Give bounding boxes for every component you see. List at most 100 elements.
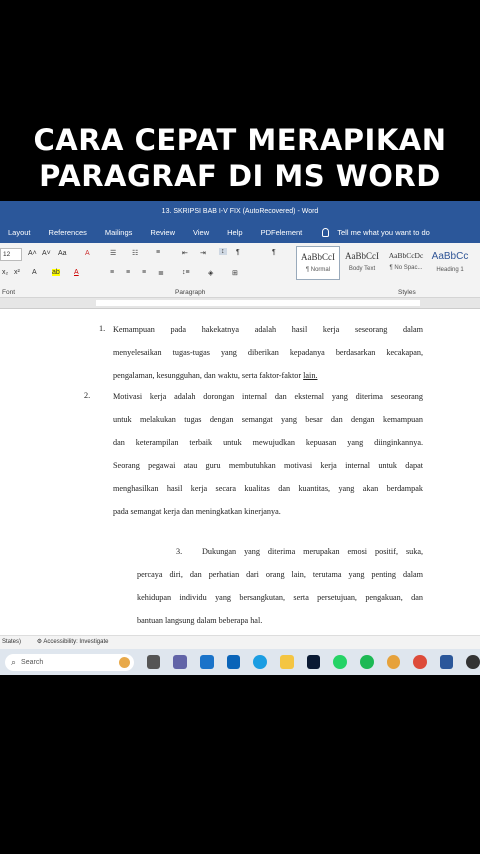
search-placeholder: Search [21,658,44,666]
list-number: 2. [84,391,91,400]
chrome-icon[interactable] [413,655,427,669]
style-body-text[interactable]: AaBbCcI Body Text [340,246,384,280]
style-no-spacing[interactable]: AaBbCcDc ¶ No Spac... [384,246,428,280]
justify-icon[interactable]: ≣ [158,269,164,277]
tab-help[interactable]: Help [227,228,242,237]
list-number: 1. [99,324,106,333]
text-line: untuk melakukan tugas dengan semangat ya… [113,415,423,424]
list-item: Kemampuan pada hakekatnya adalah hasil k… [113,310,423,387]
tab-review[interactable]: Review [150,228,175,237]
style-name: ¶ No Spac... [389,265,423,271]
tab-view[interactable]: View [193,228,209,237]
weather-icon [118,656,130,668]
horizontal-ruler[interactable] [0,298,480,309]
bullets-icon[interactable]: ☰ [110,249,116,257]
caption-line-1: CARA CEPAT MERAPIKAN [33,123,447,157]
video-caption: CARA CEPAT MERAPIKAN PARAGRAF DI MS WORD [0,122,480,194]
mail-icon[interactable] [226,655,241,669]
spelling-flagged-word: lain. [303,371,318,380]
sort-icon[interactable]: ↕ [219,248,227,255]
text-line: pada semangat kerja dan meningkatkan kin… [113,507,281,516]
taskbar-search[interactable]: ⌕ Search [5,653,134,671]
text-line: Dukungan yang diterima merupakan emosi p… [202,547,423,556]
tell-me-text: Tell me what you want to do [337,228,430,237]
highlight-icon[interactable]: ab [52,269,60,276]
tab-references[interactable]: References [49,228,87,237]
app-icon[interactable] [466,655,480,669]
align-right-icon[interactable]: ≡ [142,269,146,276]
lightbulb-icon [322,228,330,237]
ribbon: 12 A˄ A˅ Aa A x₂ x² A ab A ☰ ☷ ≡ ⇤ ⇥ ↕ ¶… [0,243,480,298]
paragraph-mark-icon[interactable]: ¶ [272,249,276,256]
windows-taskbar: ⌕ Search [0,649,480,675]
file-explorer-icon[interactable] [279,655,294,669]
align-left-icon[interactable]: ≡ [110,269,114,276]
edge-icon[interactable] [253,655,267,669]
text-line: Seorang pegawai atau guru membutuhkan mo… [113,461,423,470]
subscript-icon[interactable]: x₂ [2,269,8,276]
font-group-label: Font [2,289,16,296]
tab-layout[interactable]: Layout [8,228,31,237]
show-marks-icon[interactable]: ¶ [236,249,240,256]
ribbon-tabs: Layout References Mailings Review View H… [0,222,480,243]
text-line: percaya diri, dan perhatian dari orang l… [137,570,423,579]
text-line: pengalaman, kesungguhan, dan waktu, sert… [113,364,423,387]
clear-format-icon[interactable]: A [85,250,90,257]
search-icon: ⌕ [11,656,17,667]
style-name: Heading 1 [436,267,464,273]
title-bar: 13. SKRIPSI BAB I-V FIX (AutoRecovered) … [0,201,480,222]
ruler-text-area [96,300,420,306]
text-line: dan keterampilan terbaik untuk mewujudka… [113,438,423,447]
status-text: States) [2,639,22,645]
document-page[interactable]: 1. Kemampuan pada hakekatnya adalah hasi… [0,310,480,635]
photoshop-icon[interactable] [306,655,321,669]
word-icon[interactable] [439,655,454,669]
accessibility-icon[interactable]: ⚙ [37,639,42,645]
style-heading-1[interactable]: AaBbCc Heading 1 [428,246,472,280]
text-line: Kemampuan pada hakekatnya adalah hasil k… [113,325,423,334]
text-span: pengalaman, kesungguhan, dan waktu, sert… [113,371,302,380]
spotify-icon[interactable] [359,655,374,669]
style-sample: AaBbCcI [345,251,379,261]
teams-icon[interactable] [173,655,188,669]
style-sample: AaBbCcDc [388,251,424,260]
text-line: bantuan langsung dalam beberapa hal. [137,616,263,625]
chrome-beta-icon[interactable] [386,655,401,669]
style-name: Body Text [348,266,376,272]
increase-indent-icon[interactable]: ⇥ [200,249,206,257]
word-window: 13. SKRIPSI BAB I-V FIX (AutoRecovered) … [0,201,480,675]
list-item: percaya diri, dan perhatian dari orang l… [137,563,423,632]
shrink-font-icon[interactable]: A˅ [42,250,51,257]
change-case-icon[interactable]: Aa [58,250,67,257]
tab-pdfelement[interactable]: PDFelement [261,228,303,237]
whatsapp-icon[interactable] [333,655,347,669]
grow-font-icon[interactable]: A˄ [28,250,37,257]
style-sample: AaBbCc [431,251,469,262]
learning-app-icon[interactable] [200,655,214,669]
tell-me-box[interactable]: Tell me what you want to do [322,228,448,237]
style-normal[interactable]: AaBbCcI ¶ Normal [296,246,340,280]
text-line: menyelesaikan tugas-tugas yang diberikan… [113,348,423,357]
font-color-icon[interactable]: A [74,269,79,276]
shading-icon[interactable]: ◈ [208,269,213,277]
styles-group-label: Styles [398,289,416,296]
line-spacing-icon[interactable]: ↕≡ [182,269,190,276]
font-size-box[interactable]: 12 [0,248,22,261]
status-bar: States) ⚙ Accessibility: Investigate [0,635,480,649]
text-effects-icon[interactable]: A [32,269,37,276]
multilevel-icon[interactable]: ≡ [156,249,160,256]
list-number: 3. [176,547,183,556]
list-item-first-line: Dukungan yang diterima merupakan emosi p… [202,540,423,563]
superscript-icon[interactable]: x² [14,269,20,276]
paragraph-group-label: Paragraph [175,289,206,296]
styles-gallery: AaBbCcI ¶ Normal AaBbCcI Body Text AaBbC… [296,246,472,280]
accessibility-status[interactable]: Accessibility: Investigate [43,639,108,645]
numbering-icon[interactable]: ☷ [132,249,138,257]
task-view-icon[interactable] [146,655,161,669]
tab-mailings[interactable]: Mailings [105,228,133,237]
borders-icon[interactable]: ⊞ [232,269,238,277]
align-center-icon[interactable]: ≡ [126,269,130,276]
text-line: menghasilkan hasil kerja secara kualitas… [113,484,423,493]
decrease-indent-icon[interactable]: ⇤ [182,249,188,257]
caption-line-2: PARAGRAF DI MS WORD [39,159,441,193]
